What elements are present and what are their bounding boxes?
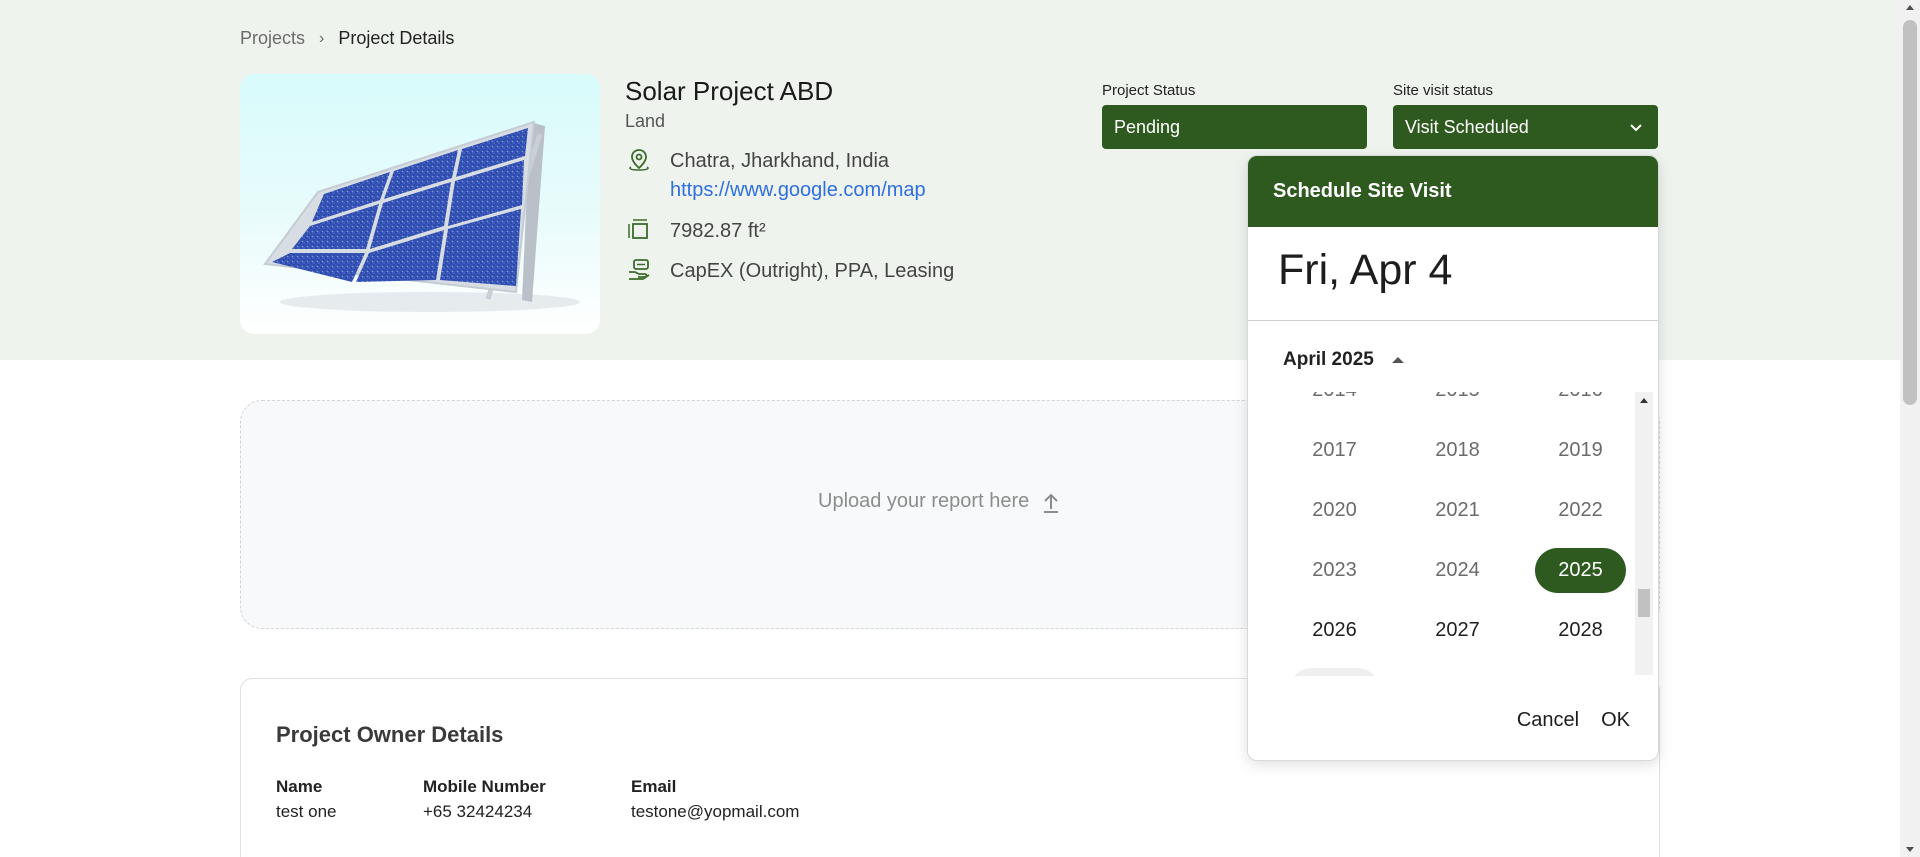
year-grid: 2014 2015 2016 2017 2018 2019 2020 2021 2022 2023… [1273,392,1643,676]
year-list[interactable]: 2014 2015 2016 2017 2018 2019 2020 2021 2022 2023… [1248,392,1658,676]
upload-arrow-icon [1044,493,1059,513]
scroll-down-arrow-icon[interactable] [1906,847,1914,852]
chevron-down-icon [1630,124,1642,132]
owner-mobile-column: Mobile Number +65 32424234 [423,777,546,822]
financing-text: CapEX (Outright), PPA, Leasing [670,260,955,282]
dialog-actions: Cancel OK [1517,709,1630,732]
year-label: 2017 [1312,438,1357,461]
year-option-2017[interactable]: 2017 [1273,420,1396,480]
area-row: 7982.87 ft² [626,217,766,246]
scroll-up-arrow-icon[interactable] [1640,398,1648,403]
site-visit-status-value: Visit Scheduled [1405,116,1529,137]
year-label: 2024 [1435,558,1480,581]
year-option-2015[interactable]: 2015 [1396,392,1519,420]
month-year-label: April 2025 [1283,349,1374,370]
owner-mobile-value: +65 32424234 [423,802,533,821]
site-visit-status-select[interactable]: Visit Scheduled [1393,105,1658,149]
year-label: 2025 [1535,547,1626,593]
year-option-2026[interactable]: 2026 [1273,600,1396,660]
solar-panel-illustration [263,120,580,312]
upload-text: Upload your report here [818,490,1030,512]
month-year-switch[interactable]: April 2025 [1283,349,1404,371]
year-label: 2016 [1558,392,1603,402]
project-status-label: Project Status [1102,82,1196,99]
year-option-2030[interactable]: 2030 [1396,660,1519,676]
breadcrumb-current: Project Details [338,28,455,48]
breadcrumb: Projects › Project Details [240,28,454,49]
page-scrollbar[interactable] [1900,0,1920,857]
site-visit-status-label: Site visit status [1393,82,1494,99]
chevron-right-icon: › [319,29,325,47]
year-label: 2027 [1435,618,1480,641]
year-label: 2014 [1312,392,1357,402]
year-option-2019[interactable]: 2019 [1519,420,1642,480]
project-title: Solar Project ABD [625,76,834,106]
year-option-2031[interactable]: 2031 [1519,660,1642,676]
location-pin-icon [629,149,649,171]
year-list-scrollbar[interactable] [1635,392,1653,675]
upload-report-button[interactable]: Upload your report here [818,490,1061,513]
year-option-2021[interactable]: 2021 [1396,480,1519,540]
page-scrollbar-thumb[interactable] [1903,20,1917,405]
year-option-2018[interactable]: 2018 [1396,420,1519,480]
owner-email-column: Email testone@yopmail.com [631,777,799,822]
cancel-button[interactable]: Cancel [1517,709,1579,732]
project-status-field[interactable]: Pending [1102,105,1367,149]
project-image [240,74,600,334]
year-option-2028[interactable]: 2028 [1519,600,1642,660]
scroll-up-arrow-icon[interactable] [1906,5,1914,10]
selected-date-display: Fri, Apr 4 [1248,227,1658,321]
breadcrumb-projects-link[interactable]: Projects [240,28,305,49]
project-type: Land [625,111,666,131]
year-label: 2026 [1312,618,1357,641]
owner-name-column: Name test one [276,777,337,822]
map-link[interactable]: https://www.google.com/map [670,176,926,205]
owner-email-label: Email [631,777,677,796]
owner-mobile-label: Mobile Number [423,777,546,796]
year-label: 2028 [1558,618,1603,641]
location-text: Chatra, Jharkhand, India [670,150,890,172]
financing-row: CapEX (Outright), PPA, Leasing [626,257,954,286]
project-status-value: Pending [1114,116,1181,137]
year-option-2014[interactable]: 2014 [1273,392,1396,420]
schedule-site-visit-dialog: Schedule Site Visit Fri, Apr 4 April 202… [1247,155,1659,761]
year-option-2020[interactable]: 2020 [1273,480,1396,540]
year-label: 2019 [1558,438,1603,461]
owner-name-value: test one [276,802,337,821]
finance-hand-icon [629,259,650,280]
scrollbar-thumb[interactable] [1638,589,1650,617]
year-label: 2021 [1435,498,1480,521]
area-icon [628,219,648,239]
caret-up-icon [1391,357,1404,363]
year-option-2025[interactable]: 2025 [1519,540,1642,600]
location-row: Chatra, Jharkhand, India https://www.goo… [626,147,926,205]
year-label: 2018 [1435,438,1480,461]
year-option-2016[interactable]: 2016 [1519,392,1642,420]
owner-email-value: testone@yopmail.com [631,802,800,821]
year-option-2024[interactable]: 2024 [1396,540,1519,600]
year-label: 2020 [1312,498,1357,521]
area-text: 7982.87 ft² [670,220,766,242]
owner-details-title: Project Owner Details [276,722,504,747]
year-option-2027[interactable]: 2027 [1396,600,1519,660]
year-label: 2029 [1289,667,1380,676]
ok-button[interactable]: OK [1601,709,1630,732]
owner-name-label: Name [276,777,323,796]
year-option-2022[interactable]: 2022 [1519,480,1642,540]
year-label: 2015 [1435,392,1480,402]
dialog-title: Schedule Site Visit [1248,156,1658,227]
year-label: 2023 [1312,558,1357,581]
year-option-2029[interactable]: 2029 [1273,660,1396,676]
year-option-2023[interactable]: 2023 [1273,540,1396,600]
year-label: 2022 [1558,498,1603,521]
